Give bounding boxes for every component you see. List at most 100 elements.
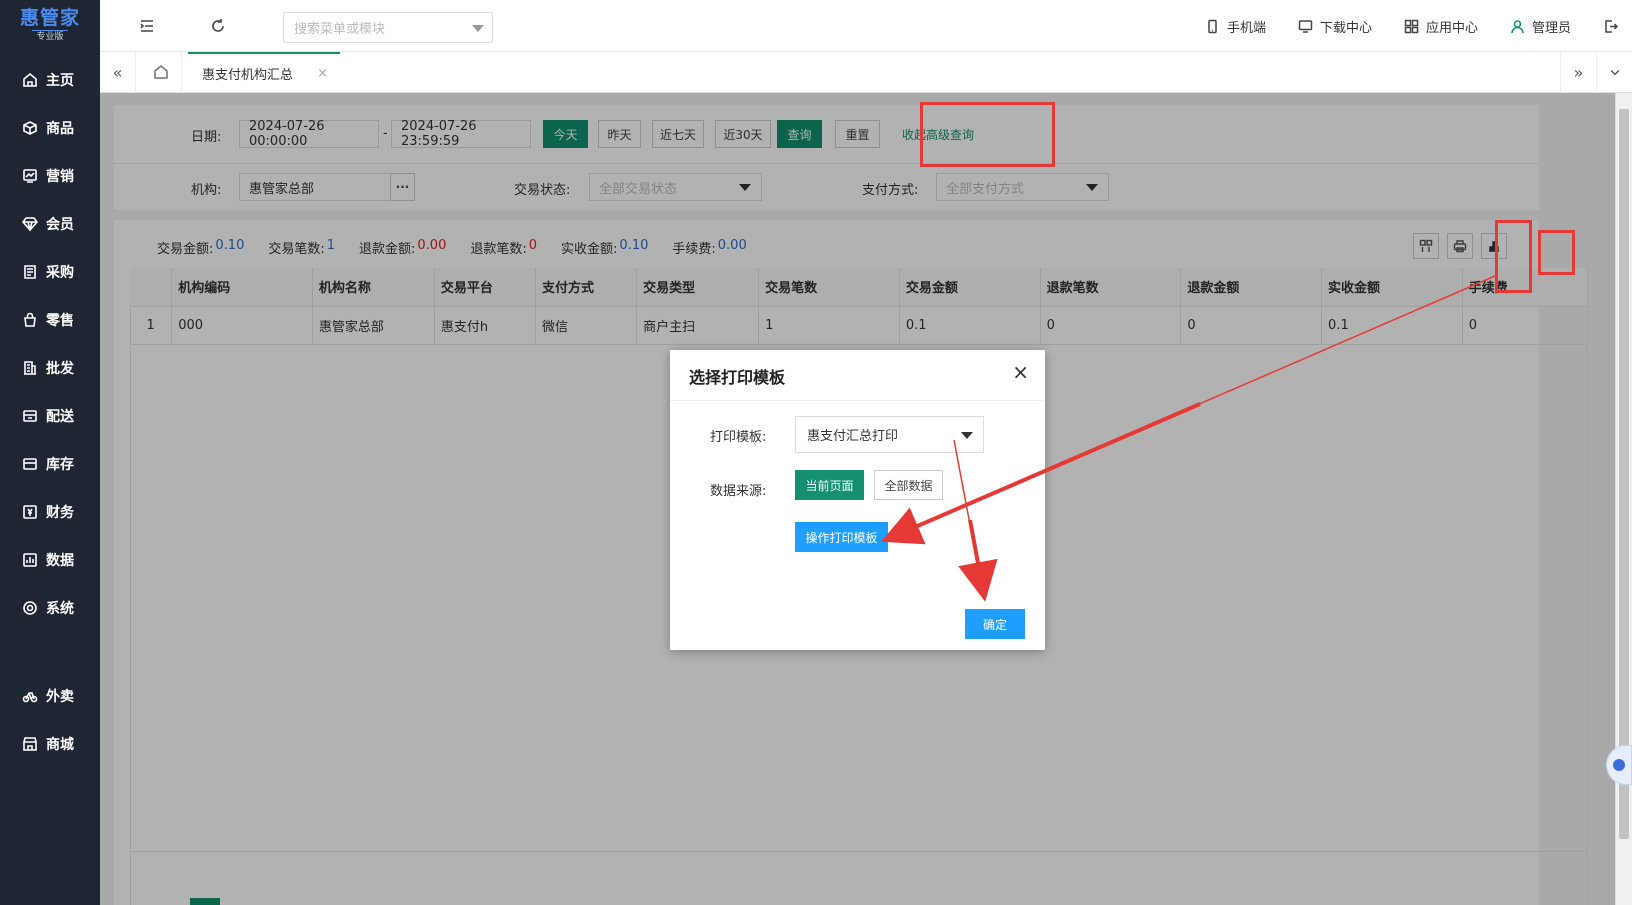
sidebar-item-finance[interactable]: 财务	[0, 488, 100, 536]
mobile-link[interactable]: 手机端	[1205, 17, 1266, 36]
user-name: 管理员	[1531, 20, 1571, 36]
chevron-down-icon	[472, 25, 484, 32]
dialog-title: 选择打印模板	[689, 368, 786, 387]
logout-button[interactable]	[1603, 19, 1618, 34]
user-icon	[1511, 19, 1524, 33]
bag-icon	[24, 312, 36, 327]
tab-bar: « 惠支付机构汇总 × »	[100, 52, 1632, 93]
logo[interactable]: 惠管家 专业版	[0, 0, 100, 50]
sidebar-item-system[interactable]: 系统	[0, 584, 100, 632]
sidebar-item-data[interactable]: 数据	[0, 536, 100, 584]
sidebar-item-purchase[interactable]: 采购	[0, 248, 100, 296]
double-chevron-left-icon: «	[112, 62, 123, 82]
sidebar: 惠管家 专业版 主页 商品 营销 会员 采购 零售 批发 配送 库存 财务 数据…	[0, 0, 100, 905]
template-label: 打印模板:	[710, 430, 767, 445]
sidebar-item-label: 系统	[46, 601, 74, 617]
refresh-button[interactable]	[209, 17, 227, 39]
refresh-icon	[212, 19, 224, 32]
annotation-box-export	[1538, 230, 1575, 275]
apps-icon	[1404, 19, 1419, 33]
annotation-box-print	[1495, 220, 1532, 293]
logo-edition: 专业版	[32, 30, 68, 43]
store-icon	[23, 737, 37, 751]
delivery-icon	[23, 410, 37, 422]
scrollbar-thumb[interactable]	[1619, 109, 1629, 839]
bar-chart-icon	[23, 553, 37, 567]
sidebar-item-home[interactable]: 主页	[0, 56, 100, 104]
user-menu[interactable]: 管理员	[1510, 17, 1571, 36]
sidebar-item-label: 商城	[46, 737, 74, 753]
close-icon[interactable]: ×	[1012, 362, 1029, 382]
sidebar-item-marketing[interactable]: 营销	[0, 152, 100, 200]
data-source-label: 数据来源:	[710, 484, 767, 499]
monitor-icon	[1298, 19, 1313, 33]
sidebar-item-label: 会员	[46, 217, 74, 233]
sidebar-item-label: 库存	[46, 457, 74, 473]
top-bar: 搜索菜单或模块 手机端 下载中心 应用中心 管理员	[100, 0, 1632, 52]
search-input[interactable]: 搜索菜单或模块	[283, 12, 493, 43]
sidebar-item-label: 外卖	[46, 689, 74, 705]
download-center-label: 下载中心	[1319, 20, 1372, 36]
settings-icon	[23, 601, 37, 615]
sidebar-item-label: 主页	[46, 73, 74, 89]
mobile-icon	[1208, 19, 1217, 33]
menu-toggle-button[interactable]	[138, 17, 156, 39]
chevron-down-icon	[961, 432, 973, 439]
sidebar-item-goods[interactable]: 商品	[0, 104, 100, 152]
logo-name: 惠管家	[19, 7, 80, 29]
tabs-scroll-right-button[interactable]: »	[1560, 52, 1596, 92]
sidebar-nav: 主页 商品 营销 会员 采购 零售 批发 配送 库存 财务 数据 系统 外卖 商…	[0, 56, 100, 768]
sidebar-item-label: 商品	[46, 121, 74, 137]
building-icon	[24, 361, 36, 375]
tabs-dropdown-button[interactable]	[1596, 52, 1632, 92]
annotation-box-collapse-query	[920, 102, 1055, 167]
logout-icon	[1605, 19, 1618, 33]
tabs-scroll-left-button[interactable]: «	[100, 52, 136, 92]
tab-close-icon[interactable]: ×	[317, 66, 328, 81]
confirm-button[interactable]: 确定	[965, 609, 1025, 639]
sidebar-item-label: 财务	[46, 505, 74, 521]
tab-payment-summary[interactable]: 惠支付机构汇总 ×	[188, 52, 340, 92]
app-center-link[interactable]: 应用中心	[1404, 17, 1478, 36]
money-icon	[23, 505, 37, 519]
print-template-dialog: 选择打印模板 × 打印模板: 惠支付汇总打印 数据来源: 当前页面 全部数据 操…	[670, 350, 1045, 650]
sidebar-item-mall[interactable]: 商城	[0, 720, 100, 768]
box-icon	[23, 121, 37, 135]
sidebar-item-label: 数据	[46, 553, 74, 569]
tab-home[interactable]	[140, 52, 182, 92]
sidebar-item-retail[interactable]: 零售	[0, 296, 100, 344]
chevron-down-icon	[1610, 70, 1619, 76]
sidebar-item-delivery[interactable]: 配送	[0, 392, 100, 440]
template-select-value: 惠支付汇总打印	[807, 429, 899, 444]
bike-icon	[22, 692, 38, 703]
sidebar-item-inventory[interactable]: 库存	[0, 440, 100, 488]
sidebar-item-label: 配送	[46, 409, 74, 425]
diamond-icon	[22, 217, 38, 232]
menu-collapse-icon	[140, 20, 153, 32]
sidebar-item-member[interactable]: 会员	[0, 200, 100, 248]
top-right-menu: 手机端 下载中心 应用中心 管理员	[1205, 0, 1632, 52]
warehouse-icon	[23, 458, 37, 470]
home-icon	[23, 72, 37, 87]
sidebar-item-wholesale[interactable]: 批发	[0, 344, 100, 392]
dialog-divider	[670, 400, 1045, 401]
app-center-label: 应用中心	[1425, 20, 1478, 36]
sidebar-item-label: 采购	[46, 265, 74, 281]
sidebar-item-takeout[interactable]: 外卖	[0, 672, 100, 720]
home-icon	[153, 64, 168, 79]
download-center-link[interactable]: 下载中心	[1298, 17, 1372, 36]
source-all-data-button[interactable]: 全部数据	[874, 470, 943, 500]
operate-print-template-button[interactable]: 操作打印模板	[795, 522, 888, 552]
sidebar-item-label: 营销	[46, 169, 74, 185]
mobile-link-label: 手机端	[1226, 20, 1266, 36]
sidebar-item-label: 零售	[46, 313, 74, 329]
chart-line-icon	[23, 169, 37, 183]
list-icon	[24, 265, 36, 279]
template-select[interactable]: 惠支付汇总打印	[795, 416, 984, 453]
tab-label: 惠支付机构汇总	[202, 67, 294, 83]
assistant-icon	[1613, 759, 1625, 771]
source-current-page-button[interactable]: 当前页面	[795, 470, 864, 500]
double-chevron-right-icon: »	[1573, 62, 1584, 82]
sidebar-item-label: 批发	[46, 361, 74, 377]
